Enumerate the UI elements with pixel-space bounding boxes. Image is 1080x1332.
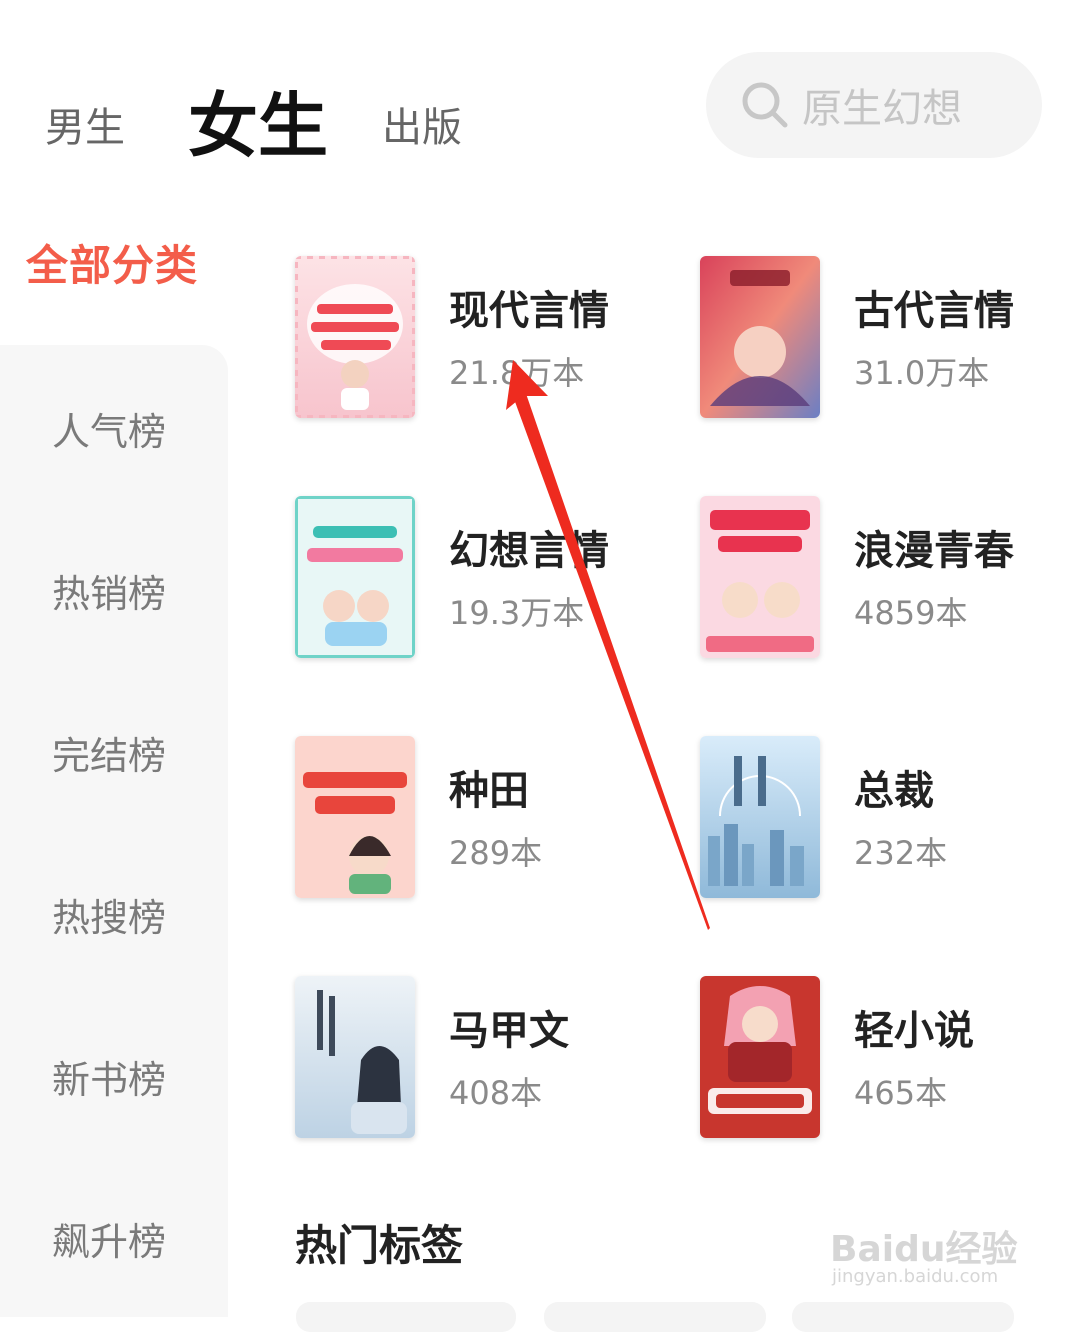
watermark-main-text: Baidu经验 (830, 1229, 1018, 1270)
book-cover-image (700, 736, 820, 898)
sidebar-item-new-books[interactable]: 新书榜 (52, 1049, 166, 1104)
tab-female[interactable]: 女生 (188, 70, 328, 171)
category-card-romantic-youth[interactable]: 浪漫青春 4859本 (700, 496, 1060, 661)
category-name: 浪漫青春 (854, 528, 1014, 574)
sidebar-item-all-categories[interactable]: 全部分类 (26, 232, 198, 293)
category-name: 总裁 (854, 768, 934, 814)
tab-male[interactable]: 男生 (45, 95, 125, 153)
category-count: 31.0万本 (854, 354, 990, 392)
category-name: 种田 (449, 768, 529, 814)
book-cover-image (295, 496, 415, 658)
baidu-jingyan-watermark: Baidu经验 jingyan.baidu.com (820, 1200, 1030, 1300)
tag-pill[interactable] (544, 1302, 766, 1332)
book-cover-image (700, 256, 820, 418)
sidebar-item-rising[interactable]: 飙升榜 (52, 1211, 166, 1266)
book-cover-image (700, 976, 820, 1138)
category-card-farming[interactable]: 种田 289本 (295, 736, 655, 901)
sidebar-item-hot-search[interactable]: 热搜榜 (52, 887, 166, 942)
book-cover-image (295, 736, 415, 898)
sidebar: 人气榜 热销榜 完结榜 热搜榜 新书榜 飙升榜 (0, 345, 228, 1317)
category-name: 现代言情 (449, 288, 609, 334)
category-count: 21.8万本 (449, 354, 585, 392)
tab-publish[interactable]: 出版 (382, 95, 462, 153)
category-card-ancient-romance[interactable]: 古代言情 31.0万本 (700, 256, 1060, 421)
book-cover-image (295, 256, 415, 418)
sidebar-item-completed[interactable]: 完结榜 (52, 725, 166, 780)
sidebar-item-bestselling[interactable]: 热销榜 (52, 563, 166, 618)
search-bar[interactable]: 原生幻想 (706, 52, 1042, 158)
sidebar-item-popular[interactable]: 人气榜 (52, 401, 166, 456)
book-cover-image (295, 976, 415, 1138)
watermark-sub-text: jingyan.baidu.com (832, 1266, 999, 1287)
category-name: 轻小说 (854, 1008, 974, 1054)
category-count: 232本 (854, 834, 948, 872)
category-name: 马甲文 (449, 1008, 569, 1054)
category-count: 465本 (854, 1074, 948, 1112)
category-count: 4859本 (854, 594, 968, 632)
category-count: 19.3万本 (449, 594, 585, 632)
category-card-modern-romance[interactable]: 现代言情 21.8万本 (295, 256, 655, 421)
hot-tags-heading: 热门标签 (295, 1221, 464, 1270)
category-name: 古代言情 (854, 288, 1014, 334)
tag-pill[interactable] (296, 1302, 516, 1332)
category-card-hidden-identity[interactable]: 马甲文 408本 (295, 976, 655, 1141)
category-card-light-novel[interactable]: 轻小说 465本 (700, 976, 1060, 1141)
book-cover-image (700, 496, 820, 658)
top-tab-bar: 男生 女生 出版 原生幻想 (0, 0, 1080, 200)
tag-pill[interactable] (792, 1302, 1014, 1332)
category-count: 289本 (449, 834, 543, 872)
category-count: 408本 (449, 1074, 543, 1112)
search-icon (740, 80, 790, 130)
category-card-ceo[interactable]: 总裁 232本 (700, 736, 1060, 901)
search-placeholder: 原生幻想 (802, 86, 962, 132)
category-card-fantasy-romance[interactable]: 幻想言情 19.3万本 (295, 496, 655, 661)
category-name: 幻想言情 (449, 528, 609, 574)
